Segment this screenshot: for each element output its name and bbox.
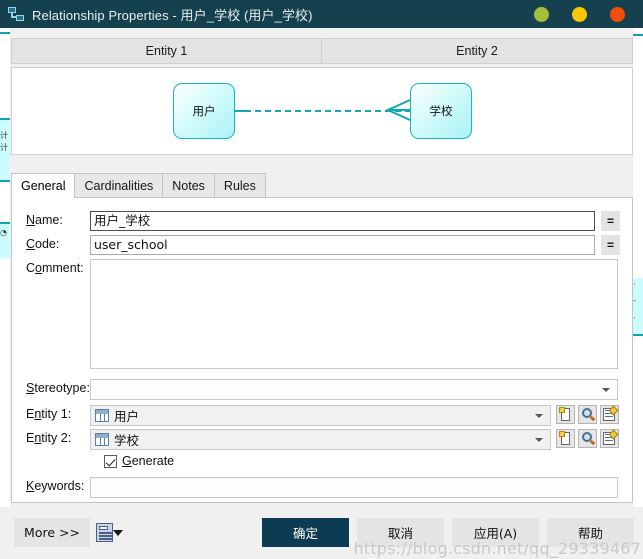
keywords-input[interactable] — [90, 477, 618, 498]
window-controls — [534, 0, 625, 28]
code-label: Code: — [26, 237, 60, 251]
browse-icon[interactable] — [578, 429, 597, 448]
stereotype-combobox[interactable] — [90, 379, 618, 400]
tab-notes[interactable]: Notes — [162, 173, 215, 197]
tab-rules[interactable]: Rules — [213, 173, 266, 197]
stereotype-row: Stereotype: — [12, 379, 634, 400]
entity2-actions — [556, 429, 619, 448]
preview-relationship-line — [234, 110, 411, 112]
close-button[interactable] — [610, 6, 625, 22]
entity1-value: 用户 — [114, 409, 140, 424]
entity1-row: Entity 1: 用户 — [12, 405, 634, 426]
table-icon — [95, 409, 109, 422]
entity2-combobox[interactable]: 学校 — [90, 429, 551, 450]
name-equals-button[interactable]: = — [601, 211, 620, 231]
preview-column-entity1: Entity 1 — [11, 38, 322, 64]
preview-column-entity2: Entity 2 — [322, 38, 633, 64]
entity1-label: Entity 1: — [26, 407, 72, 421]
window-title: Relationship Properties - 用户_学校 (用户_学校) — [32, 7, 313, 23]
more-button[interactable]: More >> — [14, 518, 90, 547]
preview-header-row: Entity 1 Entity 2 — [11, 38, 633, 64]
chevron-down-icon — [535, 437, 543, 442]
table-icon — [95, 433, 109, 446]
keywords-row: Keywords: — [12, 477, 634, 498]
generate-checkbox[interactable] — [104, 454, 117, 468]
create-icon[interactable] — [556, 405, 575, 424]
code-equals-button[interactable]: = — [601, 235, 620, 255]
dropdown-caret-icon[interactable] — [113, 530, 123, 536]
create-icon[interactable] — [556, 429, 575, 448]
properties-icon[interactable] — [600, 429, 619, 448]
background-window-left-sliver: 计 计 ◔ — [0, 28, 10, 559]
entity1-combobox[interactable]: 用户 — [90, 405, 551, 426]
name-equals-glyph: = — [606, 214, 614, 228]
dialog-footer: More >> 确定 取消 应用(A) 帮助 https://blog.csdn… — [0, 507, 643, 559]
background-window-right-sliver: · - · — [633, 28, 643, 559]
name-input[interactable]: 用户_学校 — [90, 211, 595, 231]
keywords-label: Keywords: — [26, 479, 85, 493]
code-input[interactable]: user_school — [90, 235, 595, 255]
generate-label: Generate — [122, 454, 175, 468]
preview-entity1-shape[interactable]: 用户 — [173, 83, 235, 139]
name-row: Name: 用户_学校 = — [12, 211, 634, 231]
maximize-button[interactable] — [572, 6, 587, 22]
entity2-label: Entity 2: — [26, 431, 72, 445]
comment-label: Comment: — [26, 261, 84, 275]
tab-cardinalities[interactable]: Cardinalities — [74, 173, 164, 197]
apply-button[interactable]: 应用(A) — [452, 518, 539, 547]
ok-button[interactable]: 确定 — [262, 518, 349, 547]
comment-textarea[interactable] — [90, 259, 618, 369]
relationship-preview: Entity 1 Entity 2 用户 学校 — [11, 38, 633, 155]
entity2-value: 学校 — [114, 433, 140, 448]
help-button[interactable]: 帮助 — [547, 518, 634, 547]
cancel-button[interactable]: 取消 — [357, 518, 444, 547]
entity1-actions — [556, 405, 619, 424]
tab-general[interactable]: General — [11, 173, 76, 198]
crows-foot-icon — [386, 96, 412, 124]
code-row: Code: user_school = — [12, 235, 634, 255]
relationship-icon — [8, 6, 25, 22]
relationship-properties-window: 计 计 ◔ · - · Relationship Properties - 用户… — [0, 0, 643, 559]
browse-icon[interactable] — [578, 405, 597, 424]
chevron-down-icon — [535, 413, 543, 418]
general-tab-panel: Name: 用户_学校 = Code: user_school = Commen… — [11, 198, 633, 503]
stereotype-label: Stereotype: — [26, 381, 90, 395]
title-bar: Relationship Properties - 用户_学校 (用户_学校) — [0, 0, 643, 28]
code-equals-glyph: = — [606, 238, 614, 252]
comment-row: Comment: — [12, 259, 634, 369]
minimize-button[interactable] — [534, 6, 549, 22]
properties-icon[interactable] — [600, 405, 619, 424]
generate-checkbox-row[interactable]: Generate — [104, 454, 174, 468]
tab-strip: General Cardinalities Notes Rules — [11, 173, 633, 198]
chevron-down-icon — [602, 387, 610, 392]
preview-entity2-shape[interactable]: 学校 — [410, 83, 472, 139]
name-label: Name: — [26, 213, 63, 227]
preview-canvas[interactable]: 用户 学校 — [11, 67, 633, 155]
report-icon[interactable] — [96, 523, 113, 542]
entity2-row: Entity 2: 学校 — [12, 429, 634, 450]
